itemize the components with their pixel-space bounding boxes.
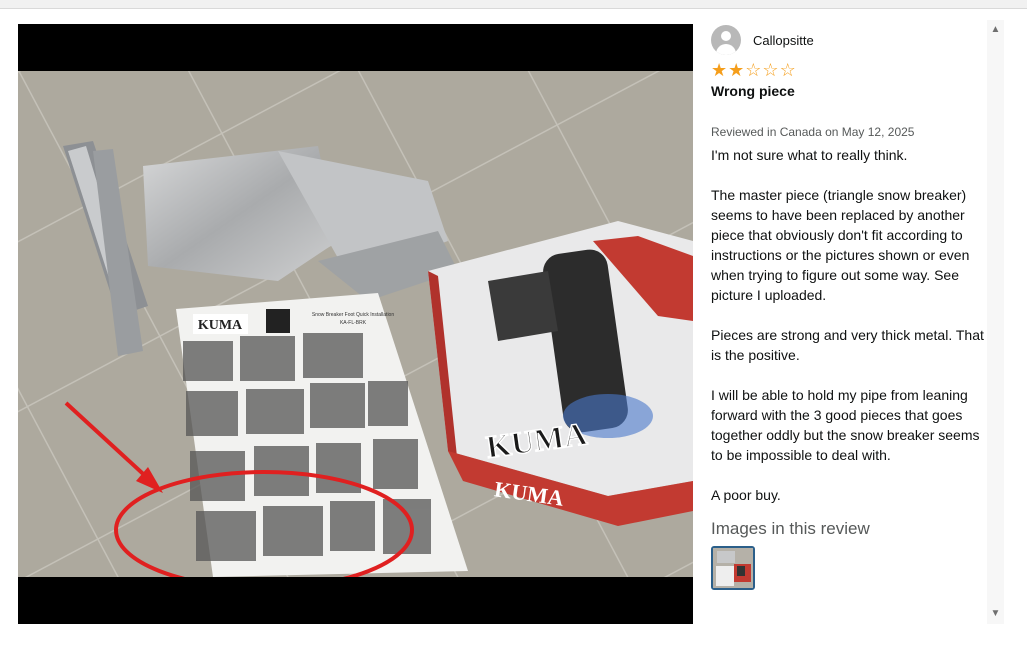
review-paragraph: The master piece (triangle snow breaker)… bbox=[711, 187, 970, 303]
review-paragraph: A poor buy. bbox=[711, 487, 781, 503]
reviewer-name[interactable]: Callopsitte bbox=[753, 33, 814, 48]
review-paragraph: I'm not sure what to really think. bbox=[711, 147, 908, 163]
star-empty-icon: ☆ bbox=[779, 60, 797, 80]
review-image-thumbnail[interactable] bbox=[711, 546, 755, 590]
sheet-header-text: Snow Breaker Foot Quick Installation bbox=[312, 312, 394, 318]
star-empty-icon: ☆ bbox=[762, 60, 780, 80]
review-scrollbar[interactable]: ▲ ▼ bbox=[987, 20, 1004, 624]
sheet-code-text: KA-FL-BRK bbox=[340, 320, 367, 326]
star-empty-icon: ☆ bbox=[745, 60, 763, 80]
star-filled-icon: ★ bbox=[728, 60, 746, 80]
review-date: Reviewed in Canada on May 12, 2025 bbox=[711, 125, 915, 139]
user-avatar-icon bbox=[711, 25, 741, 55]
review-paragraph: Pieces are strong and very thick metal. … bbox=[711, 327, 984, 363]
sheet-brand-text: KUMA bbox=[198, 318, 243, 333]
review-body: I'm not sure what to really think. The m… bbox=[711, 145, 991, 525]
images-heading: Images in this review bbox=[711, 519, 870, 538]
star-rating: ★★☆☆☆ bbox=[711, 60, 797, 80]
star-filled-icon: ★ bbox=[711, 60, 729, 80]
review-panel: Callopsitte ★★☆☆☆ Wrong piece Reviewed i… bbox=[711, 24, 991, 624]
top-border bbox=[0, 0, 1027, 9]
scroll-up-icon[interactable]: ▲ bbox=[987, 22, 1004, 38]
review-photo: KUMA Snow Breaker Foot Quick Installatio… bbox=[18, 71, 693, 577]
scroll-down-icon[interactable]: ▼ bbox=[987, 606, 1004, 622]
reviewer-profile[interactable]: Callopsitte bbox=[711, 24, 814, 56]
review-paragraph: I will be able to hold my pipe from lean… bbox=[711, 387, 980, 463]
image-viewer: KUMA Snow Breaker Foot Quick Installatio… bbox=[18, 24, 693, 624]
review-title: Wrong piece bbox=[711, 83, 795, 99]
